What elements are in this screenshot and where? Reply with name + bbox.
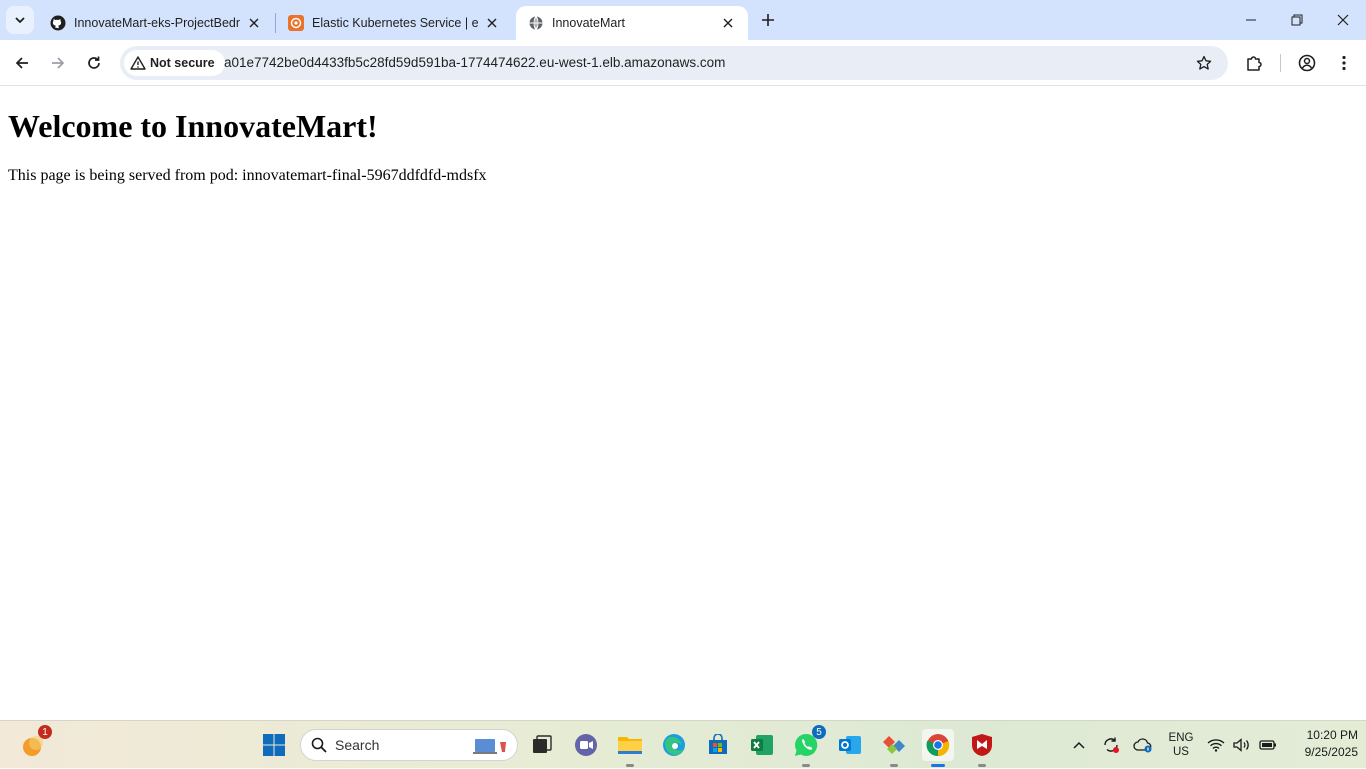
sync-tray-icon-button[interactable]	[1098, 721, 1124, 769]
chrome-icon	[926, 734, 950, 757]
running-indicator	[978, 764, 986, 767]
windows-icon	[263, 734, 285, 756]
tab-strip: InnovateMart-eks-ProjectBedrock Elastic …	[0, 0, 1366, 40]
toolbar-divider	[1280, 54, 1281, 72]
globe-icon	[528, 15, 544, 31]
clock-date: 9/25/2025	[1304, 745, 1358, 759]
mcafee-button[interactable]	[966, 729, 998, 767]
excel-icon	[751, 735, 773, 755]
volume-icon	[1233, 738, 1249, 752]
battery-icon	[1259, 740, 1276, 750]
store-icon	[709, 734, 727, 754]
warning-icon	[130, 56, 146, 70]
notification-badge: 5	[812, 725, 826, 739]
task-view-icon	[533, 735, 552, 753]
taskbar-search[interactable]: Search	[300, 729, 518, 761]
running-indicator	[890, 764, 898, 767]
close-icon	[1337, 14, 1349, 26]
edge-button[interactable]	[658, 729, 690, 761]
close-tab-icon[interactable]	[244, 13, 264, 33]
star-icon	[1196, 55, 1212, 70]
plus-icon	[762, 14, 774, 26]
quick-settings-button[interactable]	[1206, 721, 1278, 769]
back-button[interactable]	[8, 49, 36, 77]
edge-icon	[663, 734, 685, 756]
clock[interactable]: 10:20 PM 9/25/2025	[1278, 727, 1358, 761]
account-icon	[1298, 54, 1316, 72]
close-tab-icon[interactable]	[482, 13, 502, 33]
tab-search-button[interactable]	[6, 6, 34, 34]
file-explorer-button[interactable]	[614, 729, 646, 767]
tab-innovatemart[interactable]: InnovateMart	[516, 6, 748, 40]
sync-icon	[1104, 737, 1119, 753]
notification-badge: 1	[38, 725, 52, 739]
puzzle-icon	[1247, 56, 1262, 71]
page-content: Welcome to InnovateMart! This page is be…	[0, 87, 1366, 720]
menu-button[interactable]	[1330, 49, 1358, 77]
tab-title: Elastic Kubernetes Service | eu-west-1	[312, 16, 478, 30]
bookmark-button[interactable]	[1192, 51, 1216, 75]
search-placeholder: Search	[335, 737, 380, 753]
onedrive-tray-button[interactable]	[1130, 721, 1156, 769]
profile-button[interactable]	[1293, 49, 1321, 77]
keyboard-layout: US	[1173, 746, 1189, 758]
task-view-button[interactable]	[526, 729, 558, 761]
tab-eks[interactable]: Elastic Kubernetes Service | eu-west-1	[276, 6, 512, 40]
git-gui-button[interactable]	[878, 729, 910, 767]
reload-button[interactable]	[80, 49, 108, 77]
cloud-info-icon	[1133, 738, 1152, 753]
outlook-button[interactable]	[834, 729, 866, 761]
running-indicator	[802, 764, 810, 767]
weather-widget[interactable]: 1	[16, 725, 52, 761]
folder-icon	[618, 737, 642, 754]
more-vert-icon	[1342, 55, 1346, 71]
teams-meet-icon	[575, 734, 597, 756]
language-indicator[interactable]: ENG US	[1162, 721, 1200, 769]
restore-icon	[1291, 14, 1303, 26]
minimize-button[interactable]	[1228, 0, 1274, 40]
wifi-icon	[1207, 739, 1225, 752]
running-indicator	[931, 764, 945, 767]
tab-title: InnovateMart	[552, 16, 625, 30]
close-tab-icon[interactable]	[718, 13, 738, 33]
mcafee-shield-icon	[972, 734, 992, 756]
restore-button[interactable]	[1274, 0, 1320, 40]
outlook-icon	[839, 736, 861, 754]
clock-time: 10:20 PM	[1306, 728, 1358, 742]
chevron-up-icon	[1073, 741, 1085, 749]
search-highlight-icon	[473, 736, 507, 761]
minimize-icon	[1246, 19, 1256, 21]
page-heading: Welcome to InnovateMart!	[8, 108, 378, 144]
diamonds-icon	[883, 736, 905, 754]
url-text[interactable]: a01e7742be0d4433fb5c28fd59d591ba-1774474…	[224, 55, 725, 70]
store-button[interactable]	[702, 729, 734, 761]
arrow-right-icon	[52, 57, 65, 69]
arrow-left-icon	[15, 57, 28, 69]
tab-github[interactable]: InnovateMart-eks-ProjectBedrock	[38, 6, 274, 40]
show-hidden-icons-button[interactable]	[1066, 721, 1092, 769]
forward-button[interactable]	[44, 49, 72, 77]
browser-toolbar: Not secure a01e7742be0d4433fb5c28fd59d59…	[0, 40, 1366, 86]
github-icon	[50, 15, 66, 31]
whatsapp-button[interactable]: 5	[790, 725, 826, 767]
security-label: Not secure	[150, 56, 215, 70]
language-code: ENG	[1168, 732, 1194, 744]
new-tab-button[interactable]	[756, 8, 780, 32]
reload-icon	[88, 56, 100, 69]
teams-button[interactable]	[570, 729, 602, 761]
running-indicator	[626, 764, 634, 767]
address-bar[interactable]: Not secure a01e7742be0d4433fb5c28fd59d59…	[120, 46, 1228, 80]
search-icon	[311, 737, 327, 753]
close-window-button[interactable]	[1320, 0, 1366, 40]
start-button[interactable]	[258, 729, 290, 761]
chevron-down-icon	[15, 17, 25, 24]
taskbar: 1 Search 5 ENG US 10:20 PM 9/25/2025	[0, 720, 1366, 768]
chrome-button[interactable]	[922, 729, 954, 767]
aws-eks-icon	[288, 15, 304, 31]
pod-info-text: This page is being served from pod: inno…	[8, 167, 487, 184]
extensions-button[interactable]	[1240, 49, 1268, 77]
site-info-chip[interactable]: Not secure	[124, 50, 225, 76]
excel-button[interactable]	[746, 729, 778, 761]
tab-title: InnovateMart-eks-ProjectBedrock	[74, 16, 240, 30]
